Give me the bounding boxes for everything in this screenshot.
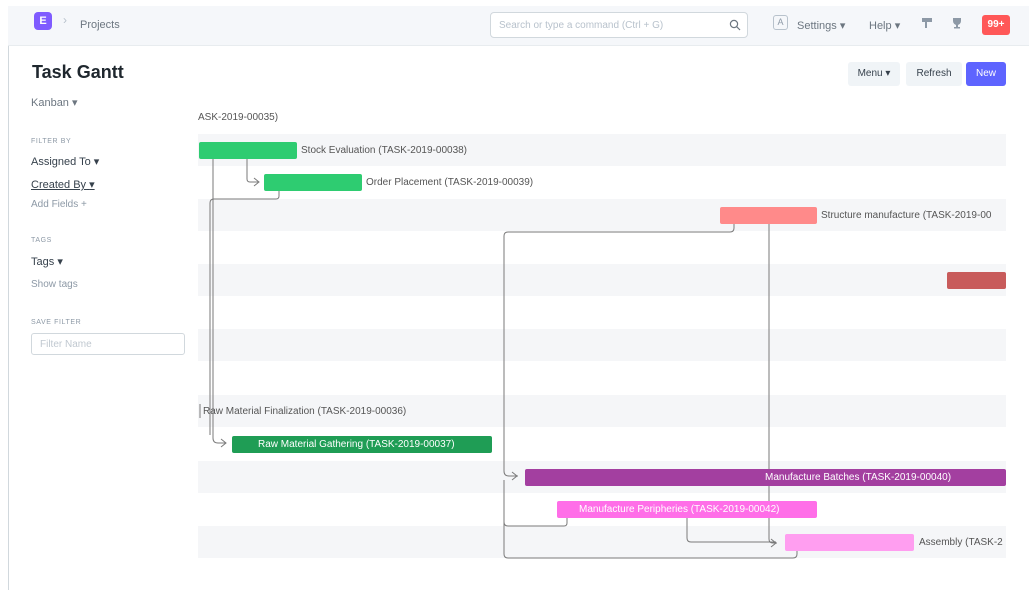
task-bar[interactable] bbox=[264, 174, 362, 191]
task-label[interactable]: Manufacture Batches (TASK-2019-00040) bbox=[765, 469, 951, 486]
task-label[interactable]: Raw Material Gathering (TASK-2019-00037) bbox=[258, 436, 455, 453]
gantt-row-stripe bbox=[198, 264, 1006, 296]
task-bar[interactable] bbox=[785, 534, 914, 551]
task-label[interactable]: Assembly (TASK-2 bbox=[919, 537, 1003, 548]
task-label[interactable]: Stock Evaluation (TASK-2019-00038) bbox=[301, 145, 467, 156]
task-label[interactable]: Raw Material Finalization (TASK-2019-000… bbox=[203, 406, 406, 417]
task-bar[interactable] bbox=[947, 272, 1006, 289]
dependency-arrow bbox=[503, 518, 568, 527]
task-label[interactable]: Order Placement (TASK-2019-00039) bbox=[366, 177, 533, 188]
task-bar[interactable] bbox=[199, 142, 297, 159]
task-label[interactable]: ASK-2019-00035) bbox=[198, 112, 278, 123]
gantt-chart bbox=[198, 134, 1006, 559]
task-bar[interactable] bbox=[720, 207, 817, 224]
task-label[interactable]: Manufacture Peripheries (TASK-2019-00042… bbox=[579, 501, 779, 518]
gantt-row-stripe bbox=[198, 329, 1006, 361]
task-label[interactable]: Structure manufacture (TASK-2019-00 bbox=[821, 210, 991, 221]
